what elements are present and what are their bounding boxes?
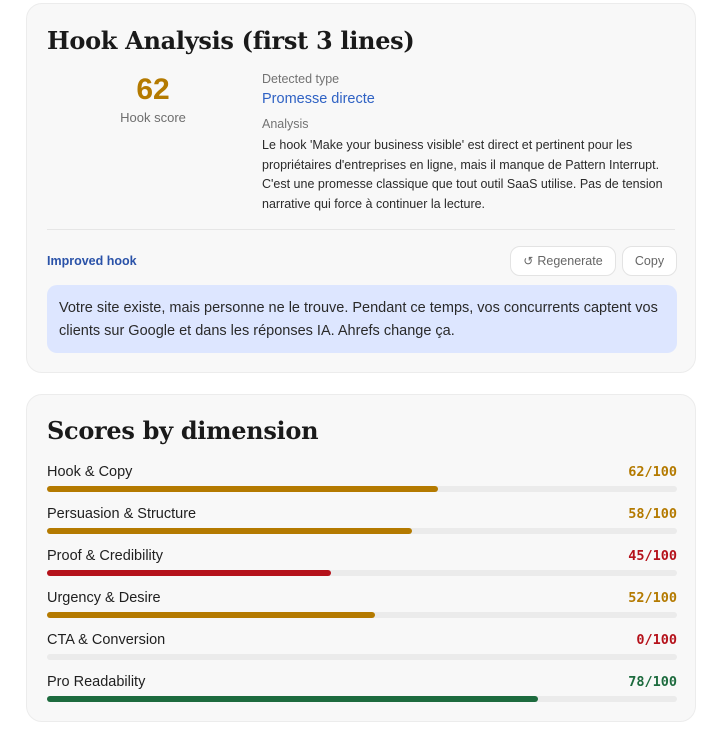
hook-analysis-title: Hook Analysis (first 3 lines): [47, 26, 415, 55]
hook-analysis-card: Hook Analysis (first 3 lines) 62 Hook sc…: [26, 3, 696, 373]
dimension-progress-fill: [47, 570, 331, 576]
dimension-name: Pro Readability: [47, 674, 146, 690]
dimension-name: Persuasion & Structure: [47, 506, 197, 522]
analysis-label: Analysis: [262, 117, 309, 131]
refresh-icon: ↺: [523, 254, 534, 268]
dimension-progress-track: [47, 696, 677, 702]
divider: [47, 229, 675, 230]
scores-card: Scores by dimension Hook & Copy 62/100 Per…: [26, 394, 696, 722]
dimension-score: 62/100: [628, 464, 677, 480]
dimension-name: Hook & Copy: [47, 464, 133, 480]
hook-score-label: Hook score: [120, 110, 186, 125]
dimension-score: 52/100: [628, 590, 677, 606]
dimension-score: 45/100: [628, 548, 677, 564]
dimension-row: Pro Readability 78/100: [47, 674, 677, 708]
scores-title: Scores by dimension: [47, 416, 319, 445]
regenerate-button-label: Regenerate: [537, 254, 603, 268]
detected-type-label: Detected type: [262, 72, 340, 86]
dimension-score: 0/100: [636, 632, 677, 648]
dimension-name: CTA & Conversion: [47, 632, 166, 648]
improved-hook-label: Improved hook: [47, 254, 137, 268]
improved-hook-text: Votre site existe, mais personne ne le t…: [47, 285, 677, 353]
analysis-text: Le hook 'Make your business visible' est…: [262, 138, 663, 211]
dimension-progress-fill: [47, 612, 375, 618]
hook-score-block: 62 Hook score: [113, 72, 193, 125]
dimension-row: Persuasion & Structure 58/100: [47, 506, 677, 540]
dimension-row: Hook & Copy 62/100: [47, 464, 677, 498]
dimension-score: 58/100: [628, 506, 677, 522]
dimension-row: CTA & Conversion 0/100: [47, 632, 677, 666]
dimension-progress-fill: [47, 528, 413, 534]
dimension-progress-track: [47, 654, 677, 660]
dimension-score: 78/100: [628, 674, 677, 690]
detected-type-value: Promesse directe: [262, 91, 375, 107]
dimension-row: Urgency & Desire 52/100: [47, 590, 677, 624]
copy-button[interactable]: Copy: [622, 246, 677, 276]
regenerate-button[interactable]: ↺ Regenerate: [510, 246, 616, 276]
dimension-row: Proof & Credibility 45/100: [47, 548, 677, 582]
hook-score-value: 62: [136, 73, 170, 106]
dimension-progress-track: [47, 528, 677, 534]
dimension-progress-fill: [47, 486, 438, 492]
dimension-progress-track: [47, 570, 677, 576]
dimension-progress-track: [47, 486, 677, 492]
dimension-progress-track: [47, 612, 677, 618]
dimension-name: Urgency & Desire: [47, 590, 161, 606]
hook-meta: Detected type Promesse directe Analysis …: [262, 72, 682, 214]
dimension-progress-fill: [47, 696, 539, 702]
dimension-name: Proof & Credibility: [47, 548, 164, 564]
